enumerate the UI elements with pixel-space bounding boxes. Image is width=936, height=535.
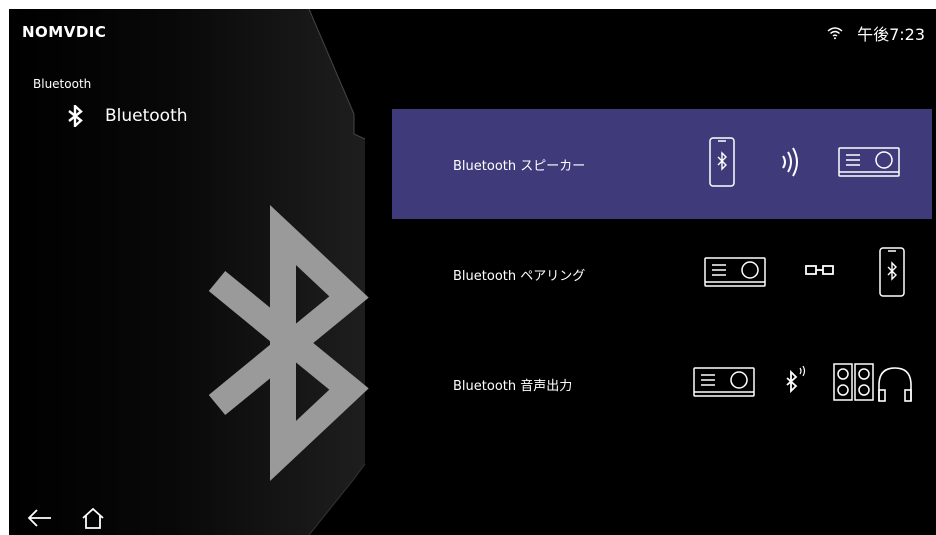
screen: NOMVDIC 午後7:23 Bluetooth Bluetooth Bluet… (9, 9, 936, 535)
pairing-illustration (704, 247, 905, 297)
bottom-nav (27, 507, 105, 529)
wifi-icon (827, 27, 843, 40)
link-icon (805, 265, 834, 275)
bluetooth-signal-icon (786, 365, 806, 394)
speakers-icon (833, 363, 874, 401)
sidebar-header: Bluetooth (67, 105, 188, 127)
menu-item-label: Bluetooth スピーカー (453, 158, 586, 174)
menu-item-bluetooth-speaker[interactable]: Bluetooth スピーカー (392, 109, 932, 219)
clock: 午後7:23 (857, 25, 925, 44)
menu-item-bluetooth-audio-output[interactable]: Bluetooth 音声出力 (392, 329, 932, 439)
projector-icon (838, 147, 900, 177)
headphones-icon (878, 367, 912, 402)
bluetooth-icon (68, 105, 83, 127)
projector-icon (704, 257, 766, 287)
speaker-mode-illustration (709, 137, 900, 187)
phone-icon (709, 137, 735, 187)
sound-waves-icon (782, 147, 798, 177)
back-arrow-icon[interactable] (27, 507, 53, 529)
menu-item-bluetooth-pairing[interactable]: Bluetooth ペアリング (392, 219, 932, 329)
brand-logo: NOMVDIC (22, 23, 107, 41)
menu-item-label: Bluetooth ペアリング (453, 268, 586, 284)
projector-icon (693, 367, 755, 397)
bluetooth-menu: Bluetooth スピーカー Bluetooth ペアリング Bluetoot… (392, 109, 932, 439)
breadcrumb: Bluetooth (33, 77, 92, 91)
phone-icon (879, 247, 905, 297)
status-bar: 午後7:23 (827, 21, 925, 45)
audio-output-illustration (693, 363, 912, 402)
menu-item-label: Bluetooth 音声出力 (453, 378, 573, 394)
home-icon[interactable] (81, 507, 105, 529)
sidebar-title: Bluetooth (105, 106, 188, 126)
